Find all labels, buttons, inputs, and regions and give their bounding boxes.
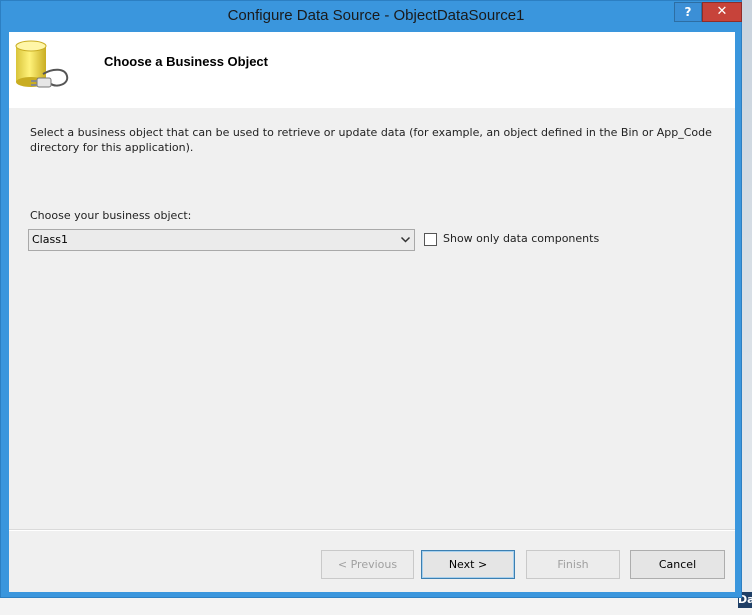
close-button[interactable]: ✕	[702, 2, 742, 22]
title-bar[interactable]: Configure Data Source - ObjectDataSource…	[1, 1, 742, 32]
finish-button[interactable]: Finish	[526, 550, 620, 579]
footer-divider-highlight	[9, 530, 735, 531]
background-window-edge	[742, 0, 752, 615]
business-object-dropdown[interactable]: Class1	[28, 229, 415, 251]
configure-data-source-dialog: Configure Data Source - ObjectDataSource…	[0, 0, 742, 598]
dialog-body: Choose a Business Object Select a busine…	[9, 32, 735, 592]
business-object-value: Class1	[32, 233, 68, 246]
chevron-down-icon	[400, 236, 411, 243]
close-icon: ✕	[716, 4, 728, 19]
previous-button[interactable]: < Previous	[321, 550, 414, 579]
database-plug-icon	[15, 40, 69, 88]
business-object-label: Choose your business object:	[30, 209, 192, 222]
instructions-text: Select a business object that can be use…	[30, 126, 712, 154]
show-data-components-checkbox[interactable]	[424, 233, 437, 246]
wizard-header: Choose a Business Object	[9, 32, 735, 108]
page-title: Choose a Business Object	[104, 54, 268, 69]
next-button[interactable]: Next >	[421, 550, 515, 579]
show-data-components-label[interactable]: Show only data components	[443, 232, 599, 245]
cancel-button[interactable]: Cancel	[630, 550, 725, 579]
window-title: Configure Data Source - ObjectDataSource…	[227, 7, 525, 24]
help-button[interactable]: ?	[674, 2, 702, 22]
background-strip	[0, 598, 752, 615]
